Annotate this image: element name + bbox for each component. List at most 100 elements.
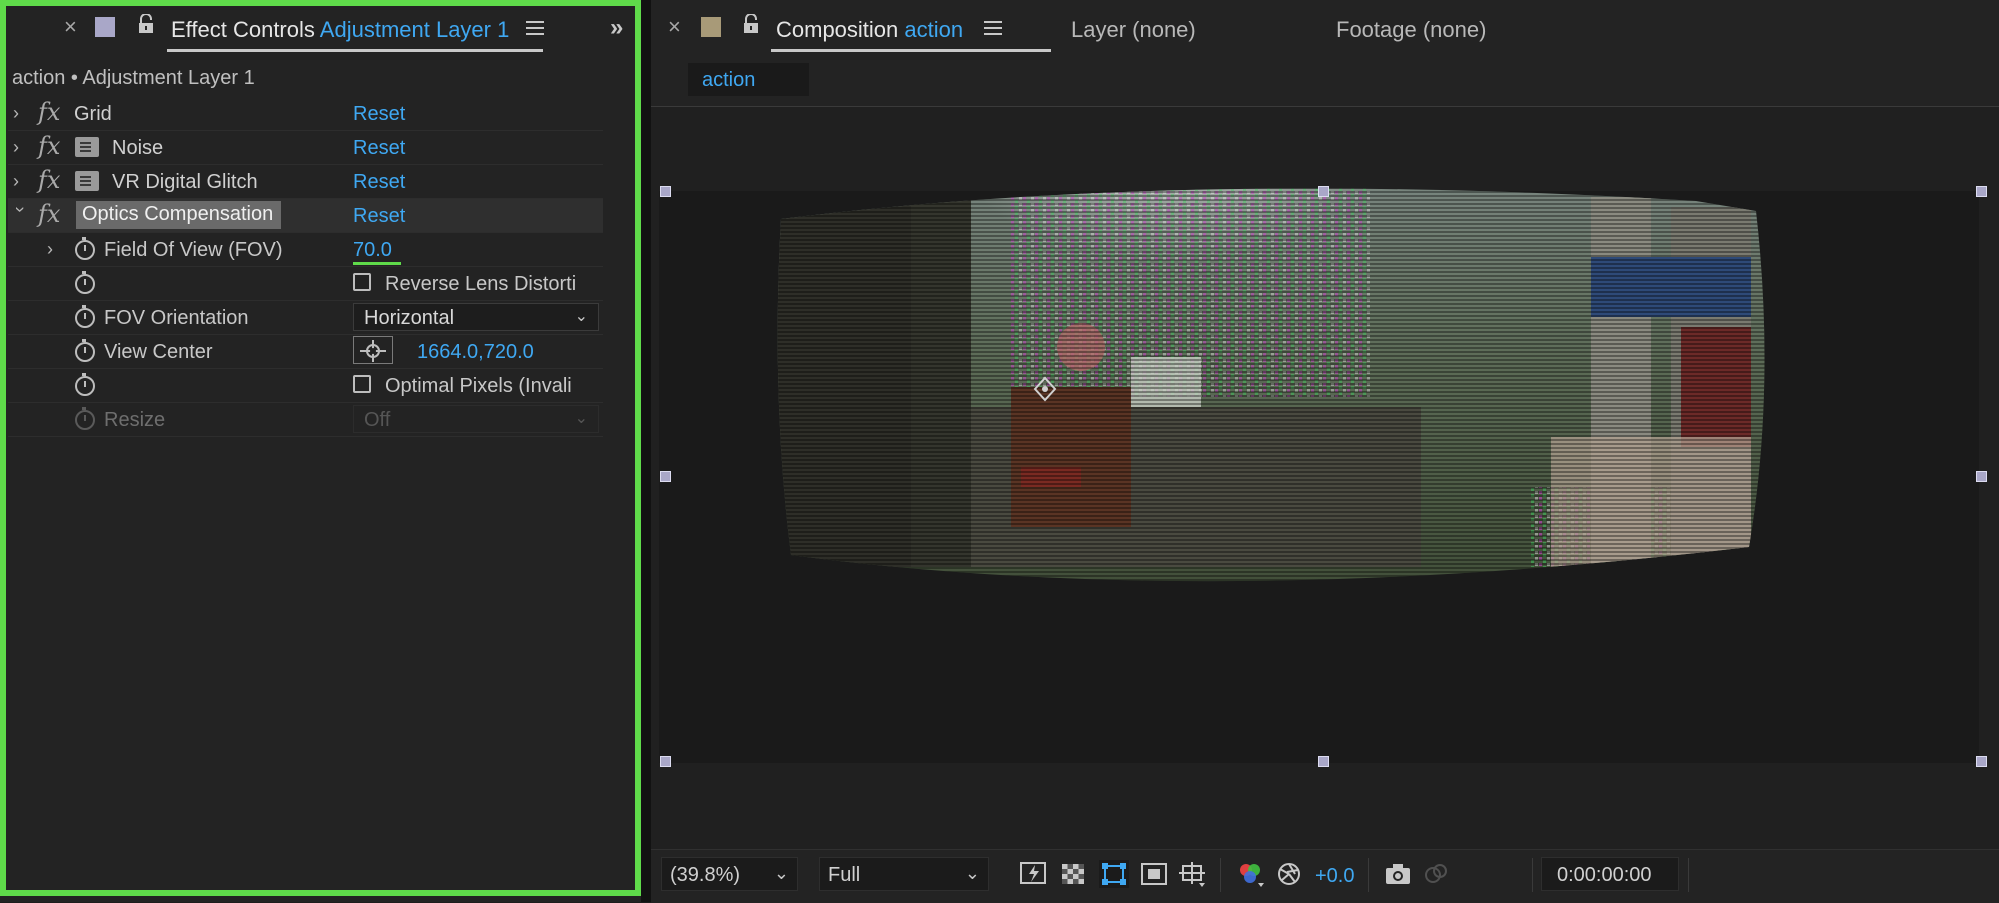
param-label: Field Of View (FOV) <box>104 239 283 261</box>
fov-value[interactable]: 70.0 <box>353 239 392 262</box>
exposure-reset-icon[interactable] <box>1275 860 1305 888</box>
effect-row-vr-digital-glitch[interactable]: › fx VR Digital Glitch Reset <box>8 165 603 199</box>
active-tab-underline <box>167 49 543 52</box>
panel-menu-icon[interactable] <box>984 21 1002 35</box>
param-row-fov[interactable]: › Field Of View (FOV) 70.0 <box>8 233 603 267</box>
panel-overflow-icon[interactable]: » <box>610 14 623 42</box>
active-tab-underline <box>771 49 1051 52</box>
viewer-toolbar: (39.8%) ⌄ Full ⌄ +0.0 0:00:00:00 <box>651 849 1999 903</box>
reset-button[interactable]: Reset <box>353 171 405 194</box>
transform-handle[interactable] <box>1976 756 1987 767</box>
magnification-dropdown[interactable]: (39.8%) ⌄ <box>661 857 798 891</box>
effect-name-selected: Optics Compensation <box>76 201 282 229</box>
camera-snapshot-icon[interactable] <box>1383 860 1413 888</box>
expand-arrow-icon[interactable]: › <box>13 137 27 158</box>
reverse-lens-checkbox[interactable] <box>353 273 371 291</box>
lock-icon[interactable] <box>137 13 155 39</box>
stopwatch-icon[interactable] <box>74 339 96 362</box>
comp-navigator-tab[interactable]: action <box>688 63 809 96</box>
timecode-value: 0:00:00:00 <box>1557 864 1652 886</box>
fov-orientation-dropdown[interactable]: Horizontal ⌄ <box>353 303 599 331</box>
transform-handle[interactable] <box>1976 186 1987 197</box>
close-icon[interactable]: × <box>64 14 77 40</box>
fx-toggle-icon[interactable]: fx <box>38 166 60 194</box>
composition-tabbar: × Composition action Layer (none) Footag… <box>651 0 1999 58</box>
checkbox-label: Optimal Pixels (Invali <box>385 375 572 397</box>
current-time-display[interactable]: 0:00:00:00 <box>1541 857 1679 891</box>
transform-handle[interactable] <box>1318 186 1329 197</box>
optimal-pixels-checkbox[interactable] <box>353 375 371 393</box>
fast-preview-icon[interactable] <box>1019 860 1049 888</box>
effect-row-optics-compensation[interactable]: › fx Optics Compensation Reset <box>8 199 603 233</box>
resolution-value: Full <box>828 864 861 886</box>
tab-prefix: Composition <box>776 17 899 42</box>
zoom-value: (39.8%) <box>670 864 741 886</box>
tab-footage[interactable]: Footage (none) <box>1336 17 1486 43</box>
mask-path-visibility-icon[interactable] <box>1099 860 1129 888</box>
collapse-arrow-icon[interactable]: › <box>10 207 31 221</box>
label-color-swatch[interactable] <box>701 17 721 37</box>
breadcrumb: action • Adjustment Layer 1 <box>12 67 255 89</box>
stopwatch-icon[interactable] <box>74 271 96 294</box>
expand-arrow-icon[interactable]: › <box>13 171 27 192</box>
expand-arrow-icon[interactable]: › <box>47 239 61 260</box>
label-color-swatch[interactable] <box>95 17 115 37</box>
transform-handle[interactable] <box>660 186 671 197</box>
value-underline <box>353 262 401 265</box>
reset-button[interactable]: Reset <box>353 103 405 126</box>
region-of-interest-icon[interactable] <box>1139 860 1169 888</box>
stopwatch-icon[interactable] <box>74 373 96 396</box>
effect-controls-tabbar: × Effect Controls Adjustment Layer 1 » <box>0 0 641 58</box>
param-row-resize: Resize Off ⌄ <box>8 403 603 437</box>
effect-controls-tab-title[interactable]: Effect Controls Adjustment Layer 1 <box>171 17 509 43</box>
tab-layer-name: Adjustment Layer 1 <box>319 17 510 42</box>
lock-icon[interactable] <box>742 13 760 39</box>
tab-prefix: Effect Controls <box>171 17 315 42</box>
param-row-fov-orientation[interactable]: FOV Orientation Horizontal ⌄ <box>8 301 603 335</box>
effect-row-grid[interactable]: › fx Grid Reset <box>8 97 603 131</box>
panel-menu-icon[interactable] <box>526 21 544 35</box>
transform-handle[interactable] <box>660 756 671 767</box>
tab-layer[interactable]: Layer (none) <box>1071 17 1196 43</box>
close-icon[interactable]: × <box>668 14 681 40</box>
toolbar-separator <box>1532 858 1533 892</box>
toolbar-separator <box>1220 858 1221 892</box>
fx-toggle-icon[interactable]: fx <box>38 98 60 126</box>
transform-handle[interactable] <box>1976 471 1987 482</box>
view-center-value[interactable]: 1664.0,720.0 <box>417 341 534 364</box>
resize-dropdown: Off ⌄ <box>353 405 599 433</box>
transparency-grid-icon[interactable] <box>1059 860 1089 888</box>
crosshair-target-icon[interactable] <box>353 336 393 364</box>
param-row-optimal-pixels[interactable]: Optimal Pixels (Invali <box>8 369 603 403</box>
effect-name: VR Digital Glitch <box>112 171 258 193</box>
fx-toggle-icon[interactable]: fx <box>38 132 60 160</box>
footage-preview-image <box>777 188 1765 582</box>
effect-name: Noise <box>112 137 164 159</box>
transform-handle[interactable] <box>660 471 671 482</box>
grid-guides-icon[interactable] <box>1177 860 1207 888</box>
expand-arrow-icon[interactable]: › <box>13 103 27 124</box>
fx-toggle-icon[interactable]: fx <box>38 200 60 228</box>
channel-icon[interactable] <box>1235 860 1265 888</box>
stopwatch-icon[interactable] <box>74 237 96 260</box>
composition-navigator-strip: action <box>651 58 1999 107</box>
effect-row-noise[interactable]: › fx Noise Reset <box>8 131 603 165</box>
chevron-down-icon: ⌄ <box>574 308 588 325</box>
param-label: View Center <box>104 341 213 363</box>
reset-button[interactable]: Reset <box>353 137 405 160</box>
preset-badge-icon <box>75 171 99 191</box>
dropdown-value: Off <box>364 409 391 431</box>
param-row-reverse-lens-distortion[interactable]: Reverse Lens Distorti <box>8 267 603 301</box>
exposure-value[interactable]: +0.0 <box>1315 865 1354 888</box>
composition-viewer[interactable] <box>651 107 1999 849</box>
stopwatch-icon[interactable] <box>74 305 96 328</box>
transform-handle[interactable] <box>1318 756 1329 767</box>
resolution-dropdown[interactable]: Full ⌄ <box>819 857 989 891</box>
param-row-view-center[interactable]: View Center 1664.0,720.0 <box>8 335 603 369</box>
stopwatch-icon <box>74 407 96 430</box>
param-label: Resize <box>104 409 166 431</box>
reset-button[interactable]: Reset <box>353 205 405 228</box>
panel-divider[interactable] <box>641 0 651 902</box>
composition-tab-title[interactable]: Composition action <box>776 17 963 43</box>
toolbar-separator <box>1368 858 1369 892</box>
